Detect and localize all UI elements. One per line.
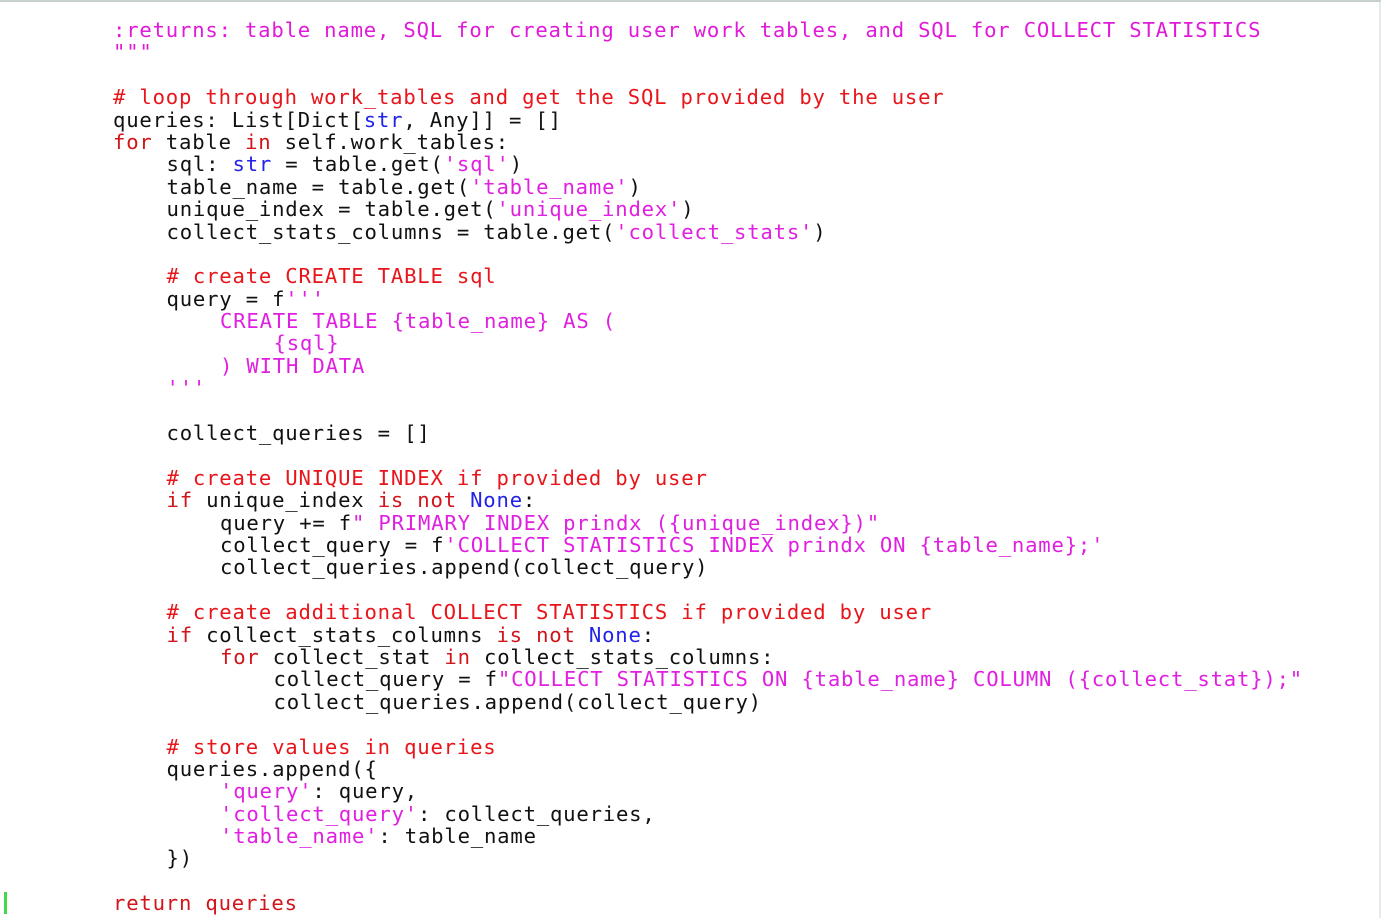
code-text: collect_stats_columns = table.get( — [166, 219, 616, 244]
keyword-token: if — [166, 488, 193, 513]
code-line: :returns: table name, SQL for creating u… — [113, 18, 1262, 42]
keyword-token: for — [113, 129, 153, 154]
code-line: sql: str = table.get('sql') — [113, 153, 1303, 175]
builtin-token: None — [588, 622, 642, 647]
string-token: 'sql' — [443, 152, 510, 177]
code-line: if unique_index is not None: — [113, 489, 1303, 511]
code-text: : — [641, 622, 655, 647]
code-area[interactable]: :returns: table name, SQL for creating u… — [113, 19, 1303, 915]
builtin-token: None — [470, 488, 523, 513]
string-token: 'query' — [220, 779, 313, 804]
code-text: queries: List[Dict[ — [113, 107, 364, 132]
code-line: collect_query = f"COLLECT STATISTICS ON … — [113, 668, 1303, 690]
code-text: : — [522, 488, 537, 513]
code-line: collect_queries = [] — [166, 421, 431, 446]
code-line: 'collect_query': collect_queries, — [113, 801, 1303, 826]
code-text: unique_index — [192, 488, 378, 513]
code-line: }) — [166, 846, 193, 871]
code-line: unique_index = table.get('unique_index') — [113, 198, 1303, 220]
keyword-token: is — [377, 488, 405, 513]
code-text: : query, — [312, 779, 418, 804]
code-line: collect_query = f'COLLECT STATISTICS IND… — [113, 534, 1303, 556]
code-text: sql: — [166, 152, 233, 177]
code-text: query += f — [220, 510, 352, 535]
string-token: "COLLECT STATISTICS ON {table_name} COLU… — [497, 667, 1303, 692]
code-line: for table in self.work_tables: — [113, 131, 1303, 153]
string-line: ) WITH DATA — [220, 353, 366, 378]
code-line: query = f''' — [113, 286, 1303, 311]
code-text: = table.get( — [272, 152, 444, 177]
code-text: table_name = table.get( — [166, 174, 471, 199]
code-text: : collect_queries, — [417, 801, 656, 826]
code-text: : table_name — [378, 824, 537, 849]
code-text: collect_stats_columns — [192, 622, 497, 647]
keyword-token: not — [417, 488, 457, 513]
code-text: ) — [509, 152, 523, 177]
code-line: queries.append({ — [166, 756, 378, 781]
code-text: ) — [628, 174, 642, 199]
code-text: collect_query = f — [273, 667, 498, 692]
code-line: return queries — [113, 891, 298, 916]
code-line: queries: List[Dict[str, Any]] = [] — [113, 107, 1303, 132]
keyword-token: is — [496, 622, 523, 647]
code-text: self.work_tables: — [271, 129, 509, 154]
code-text: collect_stats_columns: — [470, 644, 775, 669]
code-text: table — [152, 129, 245, 154]
string-token: 'table_name' — [220, 824, 379, 849]
string-token: 'table_name' — [470, 174, 629, 199]
code-line: collect_stats_columns = table.get('colle… — [113, 219, 1303, 244]
code-line: 'query': query, — [113, 780, 1303, 802]
code-line: collect_queries.append(collect_query) — [220, 555, 709, 580]
code-text: ) — [681, 197, 695, 222]
gutter-change-marker — [4, 892, 7, 914]
string-token: 'unique_index' — [496, 197, 682, 222]
keyword-token: in — [245, 129, 272, 154]
code-editor[interactable]: :returns: table name, SQL for creating u… — [0, 0, 1381, 918]
string-line: {sql} — [273, 331, 340, 356]
keyword-token: for — [220, 644, 260, 669]
code-text: unique_index = table.get( — [166, 197, 497, 222]
code-text: collect_query = f — [220, 532, 445, 557]
string-line: ''' — [166, 376, 207, 401]
code-text: , Any]] = [] — [403, 107, 562, 132]
code-comment: # create additional COLLECT STATISTICS i… — [166, 600, 933, 625]
code-line: query += f" PRIMARY INDEX prindx ({uniqu… — [113, 510, 1303, 535]
code-text: collect_stat — [259, 644, 445, 669]
string-line: CREATE TABLE {table_name} AS ( — [220, 309, 616, 334]
code-text: ) — [813, 219, 827, 244]
keyword-token: if — [166, 622, 193, 647]
code-comment: # create CREATE TABLE sql — [166, 264, 497, 289]
code-comment: # loop through work_tables and get the S… — [113, 85, 945, 110]
builtin-token: str — [232, 152, 273, 177]
keyword-token: in — [444, 644, 471, 669]
keyword-token: not — [536, 622, 576, 647]
string-token: " PRIMARY INDEX prindx ({unique_index})" — [352, 510, 880, 535]
code-line: 'table_name': table_name — [113, 825, 1303, 847]
code-line: """ — [113, 40, 153, 65]
string-token: 'COLLECT STATISTICS INDEX prindx ON {tab… — [444, 532, 1105, 557]
code-comment: # create UNIQUE INDEX if provided by use… — [166, 465, 708, 490]
string-token: 'collect_stats' — [615, 219, 814, 244]
code-line: collect_queries.append(collect_query) — [273, 689, 762, 714]
string-token: 'collect_query' — [220, 801, 418, 826]
editor-top-border — [0, 0, 1381, 2]
code-line: if collect_stats_columns is not None: — [113, 622, 1303, 647]
builtin-token: str — [363, 107, 404, 132]
code-comment: # store values in queries — [166, 734, 497, 759]
code-line: for collect_stat in collect_stats_column… — [113, 646, 1303, 668]
string-token: ''' — [285, 286, 325, 311]
code-text: query = f — [166, 286, 286, 311]
code-line: table_name = table.get('table_name') — [113, 176, 1303, 198]
